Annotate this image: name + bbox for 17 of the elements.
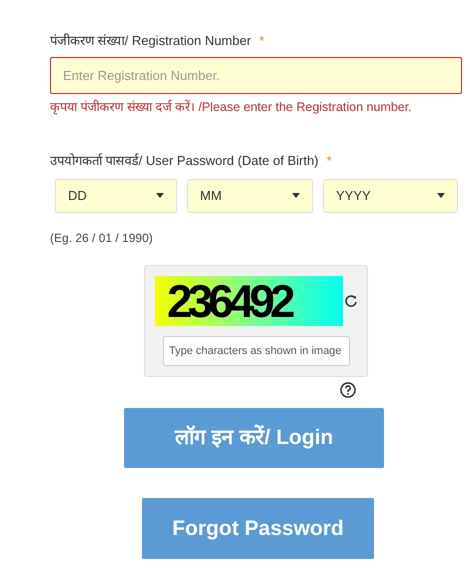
caret-icon — [156, 193, 164, 198]
required-mark: * — [326, 152, 332, 170]
field-label: पंजीकरण संख्या/ Registration Number — [50, 32, 252, 50]
required-mark: * — [259, 32, 264, 50]
captcha-input[interactable]: Type characters as shown in image — [163, 336, 350, 366]
refresh-icon[interactable] — [344, 294, 358, 308]
dropdown[interactable]: DD — [55, 178, 177, 213]
field-label: उपयोगकर्ता पासवर्ड/ User Password (Date of Birth) — [50, 152, 318, 170]
help-icon[interactable] — [340, 382, 356, 398]
dropdown[interactable]: YYYY — [323, 178, 458, 213]
dropdown[interactable]: MM — [187, 178, 313, 213]
captcha-image: 236492 — [155, 276, 343, 326]
caret-icon — [437, 193, 445, 198]
registration-input[interactable]: Enter Registration Number. — [50, 56, 462, 94]
error-message: कृपया पंजीकरण संख्या दर्ज करें। /Please enter the Registration number. — [50, 98, 413, 116]
caret-icon — [292, 193, 300, 198]
hint-text: (Eg. 26 / 01 / 1990) — [50, 230, 154, 247]
